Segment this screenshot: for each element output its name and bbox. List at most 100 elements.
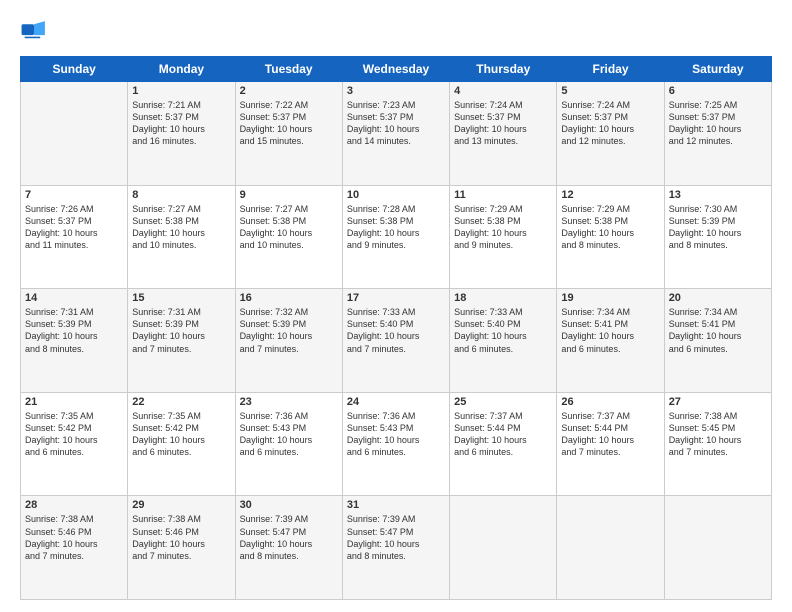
calendar-cell: 29 Sunrise: 7:38 AM Sunset: 5:46 PM Dayli… — [128, 496, 235, 600]
calendar-cell: 24 Sunrise: 7:36 AM Sunset: 5:43 PM Dayli… — [342, 392, 449, 496]
calendar-cell — [664, 496, 771, 600]
day-info: Sunrise: 7:24 AM Sunset: 5:37 PM Dayligh… — [454, 99, 552, 148]
calendar-cell: 25Sunrise: 7:37 AM Sunset: 5:44 PM Dayli… — [450, 392, 557, 496]
calendar-cell: 21 Sunrise: 7:35 AM Sunset: 5:42 PM Dayli… — [21, 392, 128, 496]
day-header-tuesday: Tuesday — [235, 57, 342, 82]
day-number: 29 — [132, 499, 230, 511]
calendar-cell: 9Sunrise: 7:27 AM Sunset: 5:38 PM Daylig… — [235, 185, 342, 289]
calendar-cell: 8 Sunrise: 7:27 AM Sunset: 5:38 PM Daylig… — [128, 185, 235, 289]
day-info: Sunrise: 7:35 AM Sunset: 5:42 PM Dayligh… — [25, 410, 123, 459]
day-info: Sunrise: 7:22 AM Sunset: 5:37 PM Dayligh… — [240, 99, 338, 148]
day-header-sunday: Sunday — [21, 57, 128, 82]
day-info: Sunrise: 7:33 AM Sunset: 5:40 PM Dayligh… — [454, 306, 552, 355]
calendar-table: SundayMondayTuesdayWednesdayThursdayFrid… — [20, 56, 772, 600]
week-row-0: 1 Sunrise: 7:21 AM Sunset: 5:37 PM Daylig… — [21, 82, 772, 186]
calendar-cell: 31 Sunrise: 7:39 AM Sunset: 5:47 PM Dayli… — [342, 496, 449, 600]
calendar-cell: 1 Sunrise: 7:21 AM Sunset: 5:37 PM Daylig… — [128, 82, 235, 186]
calendar-cell: 20 Sunrise: 7:34 AM Sunset: 5:41 PM Dayli… — [664, 289, 771, 393]
day-number: 10 — [347, 189, 445, 201]
calendar-cell — [557, 496, 664, 600]
day-number: 25 — [454, 396, 552, 408]
day-info: Sunrise: 7:39 AM Sunset: 5:47 PM Dayligh… — [240, 513, 338, 562]
logo — [20, 18, 52, 46]
calendar-cell: 6 Sunrise: 7:25 AM Sunset: 5:37 PM Daylig… — [664, 82, 771, 186]
day-info: Sunrise: 7:24 AM Sunset: 5:37 PM Dayligh… — [561, 99, 659, 148]
day-number: 4 — [454, 85, 552, 97]
day-number: 20 — [669, 292, 767, 304]
calendar-cell: 11 Sunrise: 7:29 AM Sunset: 5:38 PM Dayli… — [450, 185, 557, 289]
day-info: Sunrise: 7:29 AM Sunset: 5:38 PM Dayligh… — [561, 203, 659, 252]
day-number: 9 — [240, 189, 338, 201]
day-number: 19 — [561, 292, 659, 304]
day-number: 8 — [132, 189, 230, 201]
calendar-cell: 5 Sunrise: 7:24 AM Sunset: 5:37 PM Daylig… — [557, 82, 664, 186]
day-number: 2 — [240, 85, 338, 97]
week-row-3: 21 Sunrise: 7:35 AM Sunset: 5:42 PM Dayli… — [21, 392, 772, 496]
day-info: Sunrise: 7:21 AM Sunset: 5:37 PM Dayligh… — [132, 99, 230, 148]
day-number: 18 — [454, 292, 552, 304]
calendar-header-row: SundayMondayTuesdayWednesdayThursdayFrid… — [21, 57, 772, 82]
day-info: Sunrise: 7:34 AM Sunset: 5:41 PM Dayligh… — [669, 306, 767, 355]
day-info: Sunrise: 7:31 AM Sunset: 5:39 PM Dayligh… — [25, 306, 123, 355]
logo-icon — [20, 18, 48, 46]
day-info: Sunrise: 7:34 AM Sunset: 5:41 PM Dayligh… — [561, 306, 659, 355]
day-number: 13 — [669, 189, 767, 201]
day-info: Sunrise: 7:29 AM Sunset: 5:38 PM Dayligh… — [454, 203, 552, 252]
calendar-cell: 30 Sunrise: 7:39 AM Sunset: 5:47 PM Dayli… — [235, 496, 342, 600]
calendar-cell: 14 Sunrise: 7:31 AM Sunset: 5:39 PM Dayli… — [21, 289, 128, 393]
day-number: 11 — [454, 189, 552, 201]
day-number: 28 — [25, 499, 123, 511]
day-info: Sunrise: 7:30 AM Sunset: 5:39 PM Dayligh… — [669, 203, 767, 252]
day-header-monday: Monday — [128, 57, 235, 82]
calendar-cell: 28 Sunrise: 7:38 AM Sunset: 5:46 PM Dayli… — [21, 496, 128, 600]
day-info: Sunrise: 7:33 AM Sunset: 5:40 PM Dayligh… — [347, 306, 445, 355]
day-header-wednesday: Wednesday — [342, 57, 449, 82]
day-info: Sunrise: 7:35 AM Sunset: 5:42 PM Dayligh… — [132, 410, 230, 459]
calendar-cell: 19 Sunrise: 7:34 AM Sunset: 5:41 PM Dayli… — [557, 289, 664, 393]
day-info: Sunrise: 7:28 AM Sunset: 5:38 PM Dayligh… — [347, 203, 445, 252]
day-number: 24 — [347, 396, 445, 408]
calendar-cell: 12 Sunrise: 7:29 AM Sunset: 5:38 PM Dayli… — [557, 185, 664, 289]
day-info: Sunrise: 7:27 AM Sunset: 5:38 PM Dayligh… — [132, 203, 230, 252]
day-info: Sunrise: 7:38 AM Sunset: 5:45 PM Dayligh… — [669, 410, 767, 459]
day-number: 31 — [347, 499, 445, 511]
day-info: Sunrise: 7:32 AM Sunset: 5:39 PM Dayligh… — [240, 306, 338, 355]
calendar-cell: 22Sunrise: 7:35 AM Sunset: 5:42 PM Dayli… — [128, 392, 235, 496]
calendar-cell: 26Sunrise: 7:37 AM Sunset: 5:44 PM Dayli… — [557, 392, 664, 496]
day-number: 1 — [132, 85, 230, 97]
day-info: Sunrise: 7:38 AM Sunset: 5:46 PM Dayligh… — [25, 513, 123, 562]
calendar-cell: 23 Sunrise: 7:36 AM Sunset: 5:43 PM Dayli… — [235, 392, 342, 496]
day-info: Sunrise: 7:36 AM Sunset: 5:43 PM Dayligh… — [347, 410, 445, 459]
day-number: 5 — [561, 85, 659, 97]
day-info: Sunrise: 7:25 AM Sunset: 5:37 PM Dayligh… — [669, 99, 767, 148]
calendar-page: SundayMondayTuesdayWednesdayThursdayFrid… — [0, 0, 792, 612]
day-info: Sunrise: 7:26 AM Sunset: 5:37 PM Dayligh… — [25, 203, 123, 252]
day-info: Sunrise: 7:39 AM Sunset: 5:47 PM Dayligh… — [347, 513, 445, 562]
day-number: 14 — [25, 292, 123, 304]
day-header-friday: Friday — [557, 57, 664, 82]
day-number: 12 — [561, 189, 659, 201]
day-number: 7 — [25, 189, 123, 201]
day-number: 27 — [669, 396, 767, 408]
calendar-cell: 10 Sunrise: 7:28 AM Sunset: 5:38 PM Dayli… — [342, 185, 449, 289]
calendar-cell: 18 Sunrise: 7:33 AM Sunset: 5:40 PM Dayli… — [450, 289, 557, 393]
calendar-cell: 13 Sunrise: 7:30 AM Sunset: 5:39 PM Dayli… — [664, 185, 771, 289]
header — [20, 18, 772, 46]
day-number: 21 — [25, 396, 123, 408]
day-number: 17 — [347, 292, 445, 304]
day-info: Sunrise: 7:38 AM Sunset: 5:46 PM Dayligh… — [132, 513, 230, 562]
day-header-saturday: Saturday — [664, 57, 771, 82]
day-number: 6 — [669, 85, 767, 97]
calendar-cell: 4 Sunrise: 7:24 AM Sunset: 5:37 PM Daylig… — [450, 82, 557, 186]
calendar-cell — [450, 496, 557, 600]
day-info: Sunrise: 7:36 AM Sunset: 5:43 PM Dayligh… — [240, 410, 338, 459]
day-number: 15 — [132, 292, 230, 304]
day-number: 30 — [240, 499, 338, 511]
day-number: 3 — [347, 85, 445, 97]
day-number: 23 — [240, 396, 338, 408]
calendar-cell: 3Sunrise: 7:23 AM Sunset: 5:37 PM Daylig… — [342, 82, 449, 186]
calendar-cell: 7 Sunrise: 7:26 AM Sunset: 5:37 PM Daylig… — [21, 185, 128, 289]
calendar-cell — [21, 82, 128, 186]
calendar-cell: 17 Sunrise: 7:33 AM Sunset: 5:40 PM Dayli… — [342, 289, 449, 393]
day-info: Sunrise: 7:31 AM Sunset: 5:39 PM Dayligh… — [132, 306, 230, 355]
